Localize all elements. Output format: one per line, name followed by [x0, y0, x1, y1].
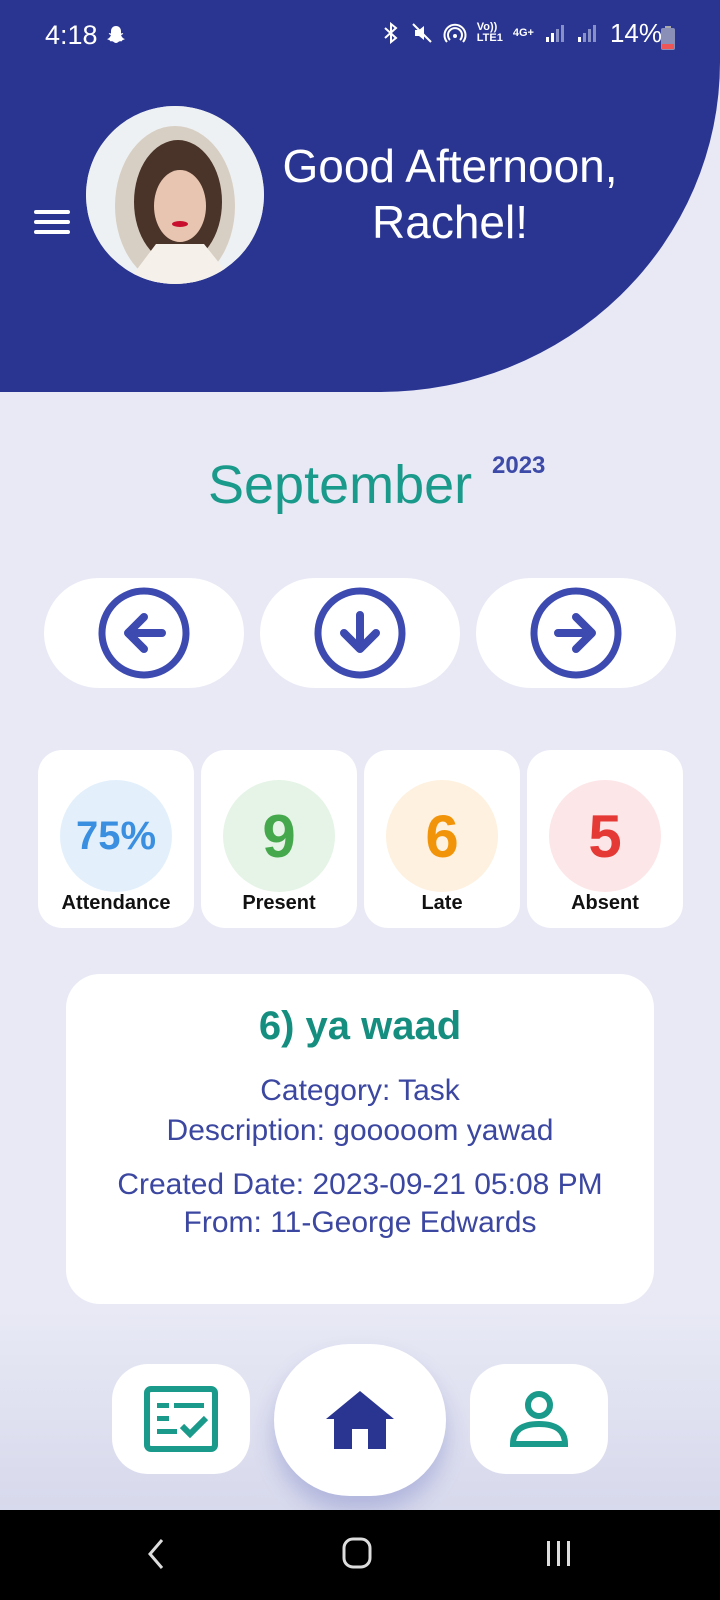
stat-absent-label: Absent: [571, 892, 639, 914]
task-from: From: 11-George Edwards: [183, 1206, 537, 1239]
status-bar: 4:18 Vo)) LTE1 4G+ 14%: [0, 0, 720, 58]
arrow-down-circle-icon: [314, 587, 406, 679]
stat-late[interactable]: 6 Late: [364, 750, 520, 928]
download-button[interactable]: [260, 578, 460, 688]
stat-late-label: Late: [421, 892, 463, 914]
signal-2-icon: [577, 25, 596, 42]
stat-absent-value: 5: [549, 780, 661, 892]
month-header: September 2023: [0, 448, 720, 528]
volte-indicator: Vo)) LTE1: [476, 21, 503, 44]
bluetooth-icon: [384, 22, 398, 44]
stat-attendance-label: Attendance: [61, 892, 171, 914]
home-icon: [326, 1391, 394, 1449]
status-time: 4:18: [45, 20, 98, 50]
greeting-text: Good Afternoon,: [282, 140, 618, 192]
battery-icon: [661, 26, 675, 50]
arrow-left-circle-icon: [98, 587, 190, 679]
tasks-nav-button[interactable]: [112, 1364, 250, 1474]
arrow-right-circle-icon: [530, 587, 622, 679]
previous-month-button[interactable]: [44, 578, 244, 688]
home-system-icon[interactable]: [342, 1536, 372, 1570]
stat-present-value: 9: [223, 780, 335, 892]
stat-attendance-value: 75%: [60, 780, 172, 892]
checklist-icon: [144, 1386, 218, 1452]
stat-present[interactable]: 9 Present: [201, 750, 357, 928]
task-category: Category: Task: [260, 1074, 460, 1107]
stat-present-label: Present: [242, 892, 316, 914]
user-name: Rachel!: [372, 196, 528, 248]
person-icon: [509, 1391, 569, 1447]
mute-icon: [412, 23, 432, 43]
system-navigation-bar: [0, 1510, 720, 1600]
profile-photo: [86, 106, 264, 284]
month-name: September: [208, 455, 473, 515]
hotspot-icon: [443, 23, 467, 43]
task-created-date: Created Date: 2023-09-21 05:08 PM: [117, 1168, 603, 1201]
stat-attendance[interactable]: 75% Attendance: [38, 750, 194, 928]
home-nav-button[interactable]: [274, 1344, 446, 1496]
task-description: Description: gooooom yawad: [166, 1114, 554, 1147]
avatar[interactable]: [86, 106, 264, 284]
task-card[interactable]: 6) ya waad Category: Task Description: g…: [66, 974, 654, 1304]
status-icons: Vo)) LTE1 4G+ 14%: [381, 18, 662, 48]
greeting: Good Afternoon, Rachel!: [270, 138, 630, 250]
back-icon[interactable]: [144, 1536, 168, 1572]
task-title: 6) ya waad: [258, 1004, 462, 1048]
stat-late-value: 6: [386, 780, 498, 892]
profile-nav-button[interactable]: [470, 1364, 608, 1474]
menu-icon[interactable]: [34, 210, 70, 238]
month-year: 2023: [492, 452, 546, 479]
stat-absent[interactable]: 5 Absent: [527, 750, 683, 928]
next-month-button[interactable]: [476, 578, 676, 688]
signal-icon: [545, 25, 564, 42]
snapchat-icon: [107, 26, 125, 43]
network-gen: 4G+: [512, 27, 534, 39]
battery-percent: 14%: [609, 17, 662, 48]
recents-icon[interactable]: [544, 1536, 574, 1570]
